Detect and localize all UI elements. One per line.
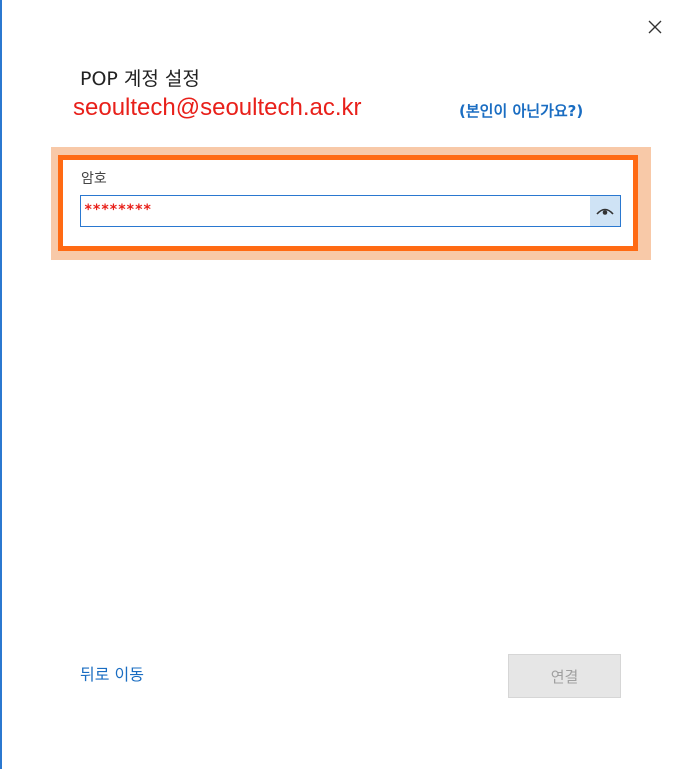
back-link[interactable]: 뒤로 이동	[80, 661, 144, 685]
account-email: seoultech@seoultech.ac.kr	[73, 94, 362, 121]
password-value: ********	[84, 202, 152, 218]
connect-button[interactable]: 연결	[508, 654, 621, 698]
password-label: 암호	[81, 171, 107, 187]
close-button[interactable]	[640, 12, 670, 42]
window-left-border	[0, 0, 2, 769]
close-icon	[648, 20, 662, 34]
password-input[interactable]	[80, 195, 621, 227]
pop-account-settings-dialog: POP 계정 설정 seoultech@seoultech.ac.kr (본인이…	[0, 0, 681, 769]
reveal-password-button[interactable]	[590, 196, 620, 226]
dialog-title: POP 계정 설정	[80, 68, 200, 90]
not-you-link[interactable]: (본인이 아닌가요?)	[459, 100, 583, 121]
eye-icon	[596, 208, 614, 215]
